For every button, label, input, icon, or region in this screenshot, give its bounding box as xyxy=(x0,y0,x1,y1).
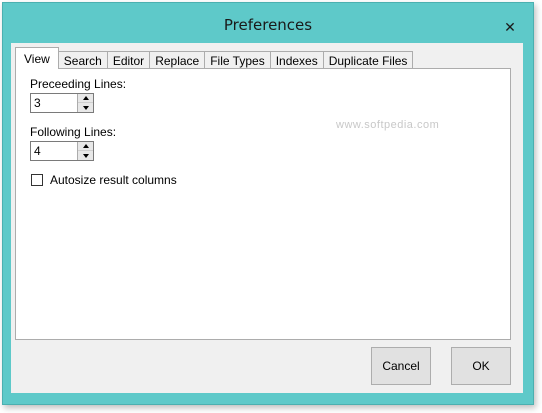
tab-editor[interactable]: Editor xyxy=(106,51,151,69)
tab-file-types[interactable]: File Types xyxy=(204,51,271,69)
preceding-lines-spin-buttons xyxy=(77,94,93,112)
tab-replace[interactable]: Replace xyxy=(149,51,206,69)
tab-search[interactable]: Search xyxy=(57,51,108,69)
close-button[interactable]: ✕ xyxy=(501,19,519,37)
arrow-up-icon xyxy=(82,96,89,100)
softpedia-watermark: www.softpedia.com xyxy=(336,119,440,131)
tab-indexes[interactable]: Indexes xyxy=(269,51,324,69)
title-bar[interactable]: Preferences ✕ xyxy=(3,3,533,47)
arrow-up-icon xyxy=(82,144,89,148)
preceding-lines-spinner[interactable]: 3 xyxy=(30,93,94,113)
following-lines-spinner[interactable]: 4 xyxy=(30,141,94,161)
preceding-lines-down-button[interactable] xyxy=(78,103,93,112)
arrow-down-icon xyxy=(82,105,89,110)
following-lines-up-button[interactable] xyxy=(78,142,93,151)
tab-strip: View Search Editor Replace File Types In… xyxy=(15,47,414,69)
preferences-window: Preferences ✕ View Search Editor Replace… xyxy=(2,2,534,405)
following-lines-value[interactable]: 4 xyxy=(34,144,41,158)
tab-view[interactable]: View xyxy=(15,47,59,69)
tab-duplicate-files[interactable]: Duplicate Files xyxy=(322,51,414,69)
autosize-label[interactable]: Autosize result columns xyxy=(50,173,177,187)
preceding-lines-value[interactable]: 3 xyxy=(34,96,41,110)
autosize-checkbox[interactable] xyxy=(31,174,43,186)
preceding-lines-up-button[interactable] xyxy=(78,94,93,103)
following-lines-spin-buttons xyxy=(77,142,93,160)
close-icon: ✕ xyxy=(504,20,516,36)
dialog-client-area: View Search Editor Replace File Types In… xyxy=(11,43,523,393)
ok-button[interactable]: OK xyxy=(451,347,511,385)
view-tab-panel: www.softpedia.com Preceeding Lines: 3 Fo… xyxy=(15,68,511,340)
window-title: Preferences xyxy=(223,16,313,34)
following-lines-down-button[interactable] xyxy=(78,151,93,160)
cancel-button[interactable]: Cancel xyxy=(371,347,431,385)
arrow-down-icon xyxy=(82,153,89,158)
following-lines-label: Following Lines: xyxy=(30,125,117,139)
preceding-lines-label: Preceeding Lines: xyxy=(30,77,127,91)
